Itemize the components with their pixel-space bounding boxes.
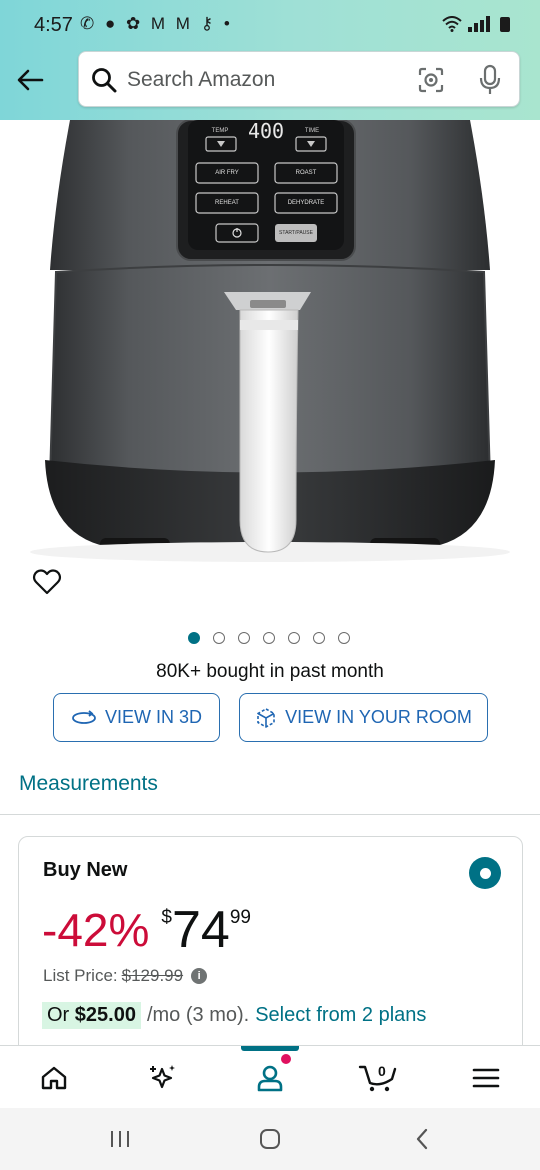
nav-menu[interactable] [432,1046,540,1109]
system-status-icons [442,16,510,32]
price-whole: 74 [171,901,230,959]
carousel-dot[interactable] [338,632,350,644]
carousel-dot[interactable] [288,632,300,644]
discount-percent: -42% [42,904,150,956]
image-carousel-dots [188,632,350,644]
heart-icon[interactable] [32,567,62,597]
start-pause-label: START/PAUSE [279,230,314,236]
display-readout: 400 [248,120,284,143]
select-plans-link[interactable]: Select from 2 plans [255,1004,426,1027]
product-image[interactable]: TEMP 400 TIME AIR FRY ROAST REHEAT DEHYD… [0,120,540,610]
dehydrate-label: DEHYDRATE [288,200,325,206]
view-in-your-room-label: VIEW IN YOUR ROOM [285,707,472,727]
buy-new-radio[interactable] [469,857,501,889]
view-in-3d-label: VIEW IN 3D [104,707,202,727]
air-fryer-illustration: TEMP 400 TIME AIR FRY ROAST REHEAT DEHYD… [30,120,510,562]
sparkle-icon [150,1064,175,1088]
recent-apps-icon [111,1131,129,1147]
measurements-link[interactable]: Measurements [19,772,158,796]
home-system-icon [260,1129,280,1149]
installment-prefix: Or [47,1004,70,1026]
roast-label: ROAST [296,170,317,176]
nav-cart[interactable]: 0 [324,1046,432,1109]
cart-count: 0 [378,1063,386,1079]
menu-icon [472,1068,500,1087]
carousel-dot[interactable] [263,632,275,644]
home-icon [41,1066,67,1089]
account-icon [257,1065,283,1091]
chevron-left-icon [416,1128,428,1150]
home-system-button[interactable] [240,1124,300,1154]
list-price-label: List Price: [43,966,118,985]
air-fry-label: AIR FRY [215,170,239,176]
view-in-your-room-button[interactable]: VIEW IN YOUR ROOM [239,693,488,742]
carousel-dot[interactable] [238,632,250,644]
search-icon [92,68,117,93]
rotate-3d-icon [72,709,96,724]
top-bar: 4:57 ✆ ● ✿ M M ⚷ • [0,0,540,120]
back-system-button[interactable] [392,1124,452,1154]
installment-period: /mo (3 mo). [146,1004,250,1026]
buy-new-title: Buy New [43,859,128,881]
bottom-navigation: 0 [0,1045,540,1108]
installment-amount-badge: Or $25.00 [42,1002,141,1029]
time-label: TIME [305,128,319,134]
installment-amount: $25.00 [74,1004,136,1026]
carousel-dot[interactable] [213,632,225,644]
list-price-value: $129.99 [121,966,184,985]
microphone-icon[interactable] [478,64,502,96]
info-icon[interactable]: i [191,968,208,984]
notification-icons: ✆ ● ✿ M M ⚷ • [80,14,233,33]
nav-home[interactable] [0,1046,108,1109]
nav-account[interactable] [216,1046,324,1109]
list-price: List Price: $129.99 i [43,966,208,986]
buy-new-card[interactable]: Buy New -42% $ 74 99 List Price: $129.99… [18,836,523,1076]
search-input[interactable] [127,60,397,100]
recent-apps-button[interactable] [90,1124,150,1154]
carousel-dot[interactable] [313,632,325,644]
arrow-left-icon [17,69,44,91]
price-currency: $ [161,907,172,928]
wifi-icon [442,16,462,32]
nav-inspire[interactable] [108,1046,216,1109]
temp-label: TEMP [212,128,229,134]
back-button[interactable] [12,62,48,98]
price-row: -42% $ 74 99 [42,897,251,967]
camera-lens-icon[interactable] [417,66,445,94]
battery-icon [500,17,510,32]
carousel-dot[interactable] [188,632,200,644]
app-screen: 4:57 ✆ ● ✿ M M ⚷ • Search Amazon TEMP 40… [0,0,540,1170]
signal-icon [468,16,490,32]
view-in-3d-button[interactable]: VIEW IN 3D [53,693,220,742]
bought-count-text: 80K+ bought in past month [156,661,384,682]
cube-ar-icon [257,707,275,728]
reheat-label: REHEAT [215,200,239,206]
search-bar[interactable] [78,51,520,107]
notification-dot [281,1054,291,1064]
status-time: 4:57 [34,14,73,36]
price-fraction: 99 [229,907,251,928]
installment-row: Or $25.00 /mo (3 mo). Select from 2 plan… [42,1002,426,1029]
status-bar: 4:57 ✆ ● ✿ M M ⚷ • [0,0,540,50]
section-divider [0,814,540,815]
system-navigation-bar [0,1108,540,1170]
